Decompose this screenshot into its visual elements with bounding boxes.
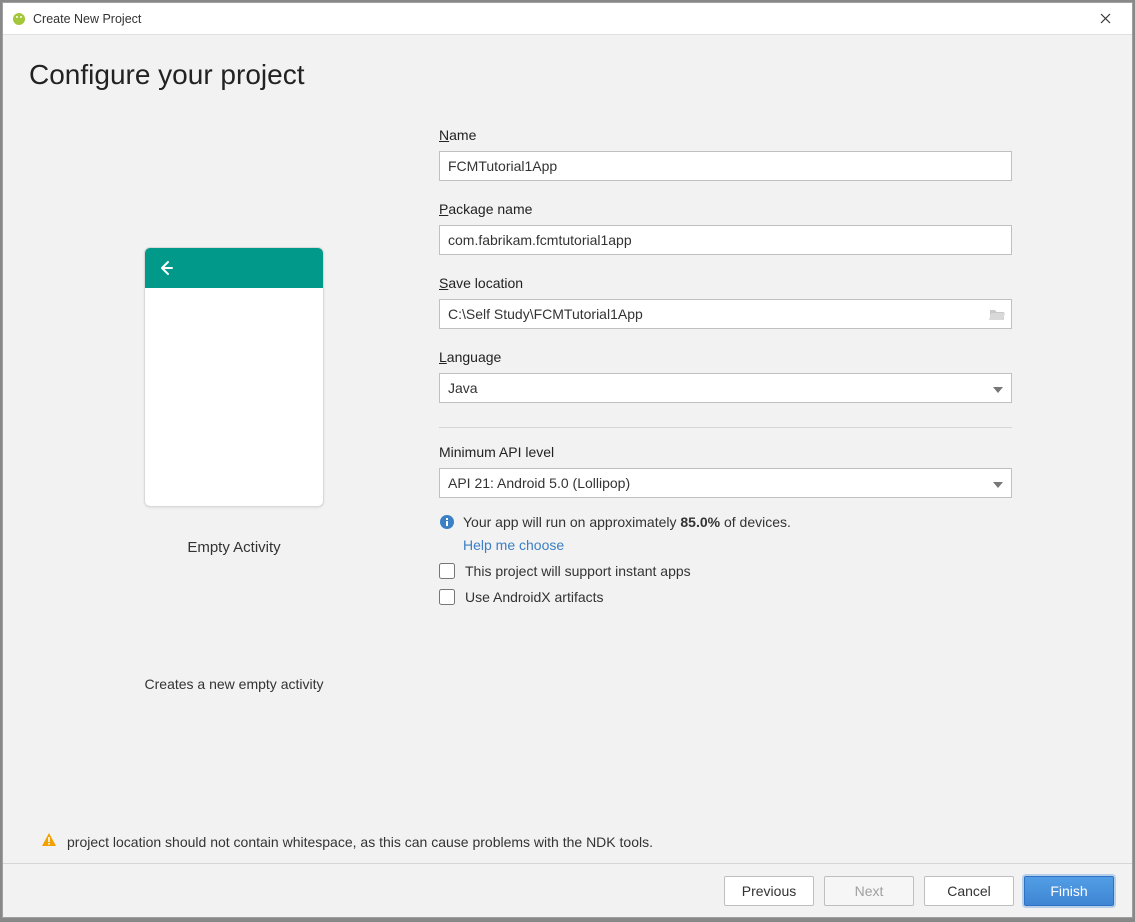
preview-column: Empty Activity Creates a new empty activ… bbox=[29, 127, 439, 832]
warning-bar: project location should not contain whit… bbox=[3, 832, 1132, 863]
api-info: Your app will run on approximately 85.0%… bbox=[439, 512, 1012, 533]
close-icon[interactable] bbox=[1084, 4, 1126, 34]
name-input[interactable] bbox=[439, 151, 1012, 181]
activity-preview bbox=[144, 247, 324, 507]
androidx-checkbox[interactable] bbox=[439, 589, 455, 605]
field-min-api: Minimum API level API 21: Android 5.0 (L… bbox=[439, 444, 1012, 498]
save-location-input[interactable] bbox=[439, 299, 1012, 329]
dialog-window: Create New Project Configure your projec… bbox=[2, 2, 1133, 918]
warning-icon bbox=[41, 832, 57, 851]
language-label: Language bbox=[439, 349, 1012, 365]
instant-apps-row[interactable]: This project will support instant apps bbox=[439, 563, 1012, 579]
titlebar: Create New Project bbox=[3, 3, 1132, 35]
next-button: Next bbox=[824, 876, 914, 906]
chevron-down-icon bbox=[993, 380, 1003, 396]
previous-button[interactable]: Previous bbox=[724, 876, 814, 906]
separator bbox=[439, 427, 1012, 428]
field-package: Package name bbox=[439, 201, 1012, 255]
body: Empty Activity Creates a new empty activ… bbox=[3, 97, 1132, 832]
page-title: Configure your project bbox=[29, 59, 1106, 91]
help-me-choose-link[interactable]: Help me choose bbox=[463, 537, 1012, 553]
androidx-label: Use AndroidX artifacts bbox=[465, 589, 604, 605]
min-api-value: API 21: Android 5.0 (Lollipop) bbox=[448, 475, 630, 491]
field-name: Name bbox=[439, 127, 1012, 181]
package-label: Package name bbox=[439, 201, 1012, 217]
form-column: Name Package name Save location bbox=[439, 127, 1012, 832]
instant-apps-checkbox[interactable] bbox=[439, 563, 455, 579]
cancel-button[interactable]: Cancel bbox=[924, 876, 1014, 906]
field-save-location: Save location bbox=[439, 275, 1012, 329]
preview-description: Creates a new empty activity bbox=[145, 676, 324, 692]
preview-label: Empty Activity bbox=[187, 539, 280, 556]
info-text: Your app will run on approximately 85.0%… bbox=[463, 512, 791, 533]
language-select[interactable]: Java bbox=[439, 373, 1012, 403]
window-title: Create New Project bbox=[33, 12, 1084, 26]
save-location-label: Save location bbox=[439, 275, 1012, 291]
package-input[interactable] bbox=[439, 225, 1012, 255]
footer: Previous Next Cancel Finish bbox=[3, 863, 1132, 917]
min-api-label: Minimum API level bbox=[439, 444, 1012, 460]
language-value: Java bbox=[448, 380, 478, 396]
preview-appbar bbox=[145, 248, 323, 288]
chevron-down-icon bbox=[993, 475, 1003, 491]
instant-apps-label: This project will support instant apps bbox=[465, 563, 691, 579]
field-language: Language Java bbox=[439, 349, 1012, 403]
min-api-select[interactable]: API 21: Android 5.0 (Lollipop) bbox=[439, 468, 1012, 498]
name-label: Name bbox=[439, 127, 1012, 143]
warning-text: project location should not contain whit… bbox=[67, 834, 653, 850]
back-arrow-icon bbox=[157, 259, 175, 277]
app-icon bbox=[11, 11, 27, 27]
header: Configure your project bbox=[3, 35, 1132, 97]
browse-folder-icon[interactable] bbox=[986, 303, 1008, 325]
finish-button[interactable]: Finish bbox=[1024, 876, 1114, 906]
info-icon bbox=[439, 514, 455, 530]
androidx-row[interactable]: Use AndroidX artifacts bbox=[439, 589, 1012, 605]
